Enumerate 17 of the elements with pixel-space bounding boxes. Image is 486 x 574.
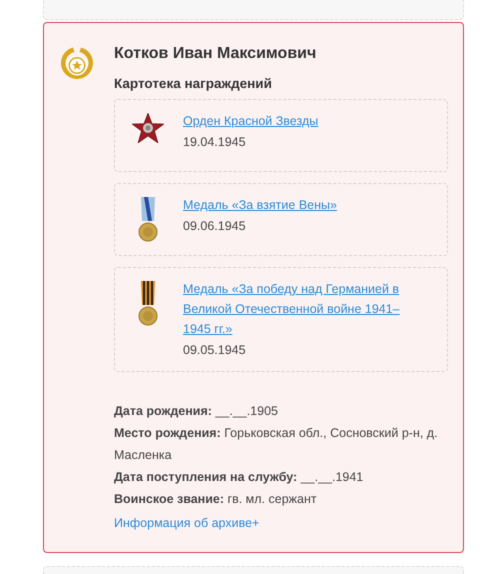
section-title: Картотека награждений (114, 75, 273, 93)
archive-info-link[interactable]: Информация об архиве+ (114, 512, 260, 534)
award-date: 19.04.1945 (183, 134, 247, 151)
award-date: 09.06.1945 (183, 218, 247, 235)
person-name: Котков Иван Максимович (114, 44, 318, 64)
medal-icon (138, 197, 158, 243)
star-icon (132, 113, 164, 143)
detail-line: Воинское звание: гв. мл. сержант (114, 491, 318, 508)
award-link[interactable]: Орден Красной Звезды (183, 111, 318, 131)
detail-line: Дата поступления на службу: __.__.1941 (114, 469, 364, 486)
medal-icon (138, 281, 158, 327)
award-link[interactable]: Медаль «За взятие Вены» (183, 195, 337, 215)
detail-line: Место рождения: Горьковская обл., Сосновский р-н, д. Масленка (114, 425, 439, 464)
award-date: 09.05.1945 (183, 342, 247, 359)
medal-icon (60, 46, 94, 82)
award-link[interactable]: Медаль «За победу над Германией в Великой Отечественной войне 1941–1945 гг.» (183, 279, 413, 339)
detail-line: Дата рождения: __.__.1905 (114, 403, 279, 420)
